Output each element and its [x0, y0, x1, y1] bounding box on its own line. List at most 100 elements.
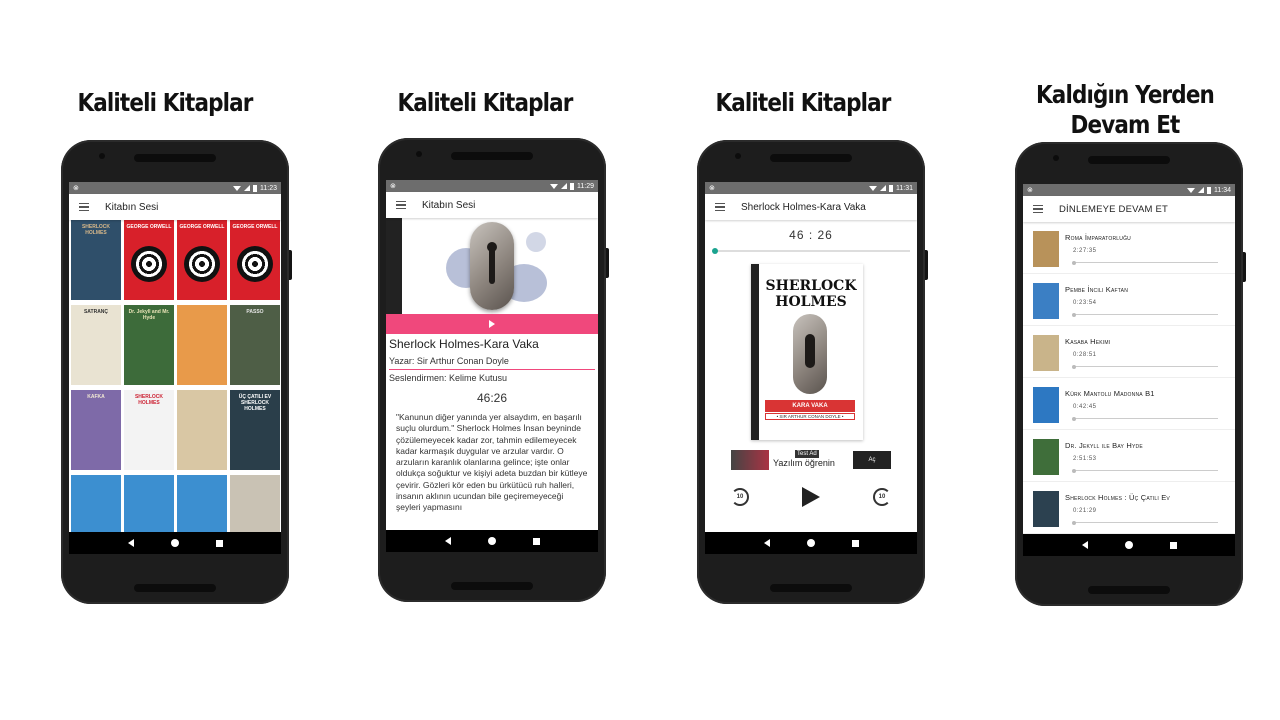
home-icon[interactable] — [170, 539, 179, 547]
phone-details: ⊗ 11:29 Kitabın Sesi Sherlock Holmes-Kar… — [378, 138, 609, 602]
notification-icon: ⊗ — [709, 185, 715, 192]
home-icon[interactable] — [1124, 541, 1133, 549]
book-cover[interactable]: GEORGE ORWELL — [230, 220, 280, 300]
menu-icon[interactable] — [1033, 205, 1043, 213]
progress-track[interactable] — [1072, 416, 1218, 421]
progress-track[interactable] — [1072, 260, 1218, 265]
nav-bar — [69, 532, 281, 554]
list-item[interactable]: Sherlock Holmes : Üç Çatılı Ev 0:21:29 — [1023, 482, 1235, 534]
ad-banner[interactable]: Test Ad Yazılım öğrenin Aç — [731, 448, 891, 472]
book-narrator: Seslendirmen: Kelime Kutusu — [389, 373, 508, 383]
progress-track[interactable] — [1072, 468, 1218, 473]
book-duration: 46:26 — [476, 391, 508, 405]
app-bar: Kitabın Sesi — [386, 192, 598, 218]
recent-apps-icon[interactable] — [532, 537, 540, 545]
cover-text: Dr. Jekyll and Mr. Hyde — [128, 309, 170, 321]
keyhole-icon — [793, 314, 827, 394]
list-item-duration: 0:28:51 — [1073, 352, 1097, 358]
book-cover[interactable]: SHERLOCK HOLMES — [124, 390, 174, 470]
book-grid: SHERLOCK HOLMES GEORGE ORWELL GEORGE ORWEL… — [71, 220, 280, 554]
phone-player: ⊗ 11:31 Sherlock Holmes-Kara Vaka 46 : 2… — [697, 140, 928, 604]
list-item[interactable]: Kasaba Hekimi 0:28:51 — [1023, 326, 1235, 378]
speaker-grille-bottom — [770, 584, 852, 592]
home-icon[interactable] — [806, 539, 815, 547]
play-bar[interactable] — [386, 314, 598, 334]
book-cover[interactable]: GEORGE ORWELL — [177, 220, 227, 300]
book-cover[interactable] — [177, 305, 227, 385]
seek-handle[interactable] — [712, 248, 718, 254]
seek-bar[interactable] — [712, 248, 910, 254]
menu-icon[interactable] — [79, 203, 89, 211]
signal-icon — [244, 185, 250, 191]
speaker-grille — [1088, 156, 1170, 164]
book-cover[interactable]: Dr. Jekyll and Mr. Hyde — [124, 305, 174, 385]
speaker-grille — [451, 152, 533, 160]
cover-art — [131, 246, 167, 282]
book-cover[interactable]: GEORGE ORWELL — [124, 220, 174, 300]
progress-handle[interactable] — [1072, 520, 1076, 525]
player-cover: SHERLOCK HOLMES KARA VAKA • SIR ARTHUR C… — [751, 264, 863, 440]
power-button — [606, 248, 609, 278]
cover-band: KARA VAKA — [765, 400, 855, 412]
app-title: Kitabın Sesi — [422, 199, 476, 211]
screen-details: ⊗ 11:29 Kitabın Sesi Sherlock Holmes-Kar… — [386, 180, 598, 552]
list-item-duration: 0:23:54 — [1073, 300, 1097, 306]
progress-handle[interactable] — [1072, 416, 1076, 421]
cover-art — [184, 246, 220, 282]
list-item[interactable]: Kürk Mantolu Madonna B1 0:42:45 — [1023, 378, 1235, 430]
back-icon[interactable] — [444, 537, 451, 545]
progress-track[interactable] — [1072, 312, 1218, 317]
speaker-grille-bottom — [451, 582, 533, 590]
notification-icon: ⊗ — [73, 185, 79, 192]
speaker-grille-bottom — [134, 584, 216, 592]
forward-10-icon[interactable]: 10 — [873, 488, 891, 506]
recent-apps-icon[interactable] — [851, 539, 859, 547]
book-cover[interactable]: SHERLOCK HOLMES — [71, 220, 121, 300]
menu-icon[interactable] — [715, 203, 725, 211]
book-cover[interactable]: SATRANÇ — [71, 305, 121, 385]
back-icon[interactable] — [127, 539, 134, 547]
progress-track[interactable] — [1072, 520, 1218, 525]
notification-icon: ⊗ — [1027, 187, 1033, 194]
book-cover[interactable]: KAFKA — [71, 390, 121, 470]
play-icon[interactable] — [802, 487, 820, 507]
caption-quality-books-2: Kaliteli Kitaplar — [397, 88, 573, 117]
progress-handle[interactable] — [1072, 260, 1076, 265]
back-icon[interactable] — [1081, 541, 1088, 549]
book-cover[interactable] — [177, 390, 227, 470]
book-cover[interactable]: ÜÇ ÇATILI EV SHERLOCK HOLMES — [230, 390, 280, 470]
list-item[interactable]: Pembe İncili Kaftan 0:23:54 — [1023, 274, 1235, 326]
book-thumbnail — [1033, 335, 1059, 371]
back-icon[interactable] — [763, 539, 770, 547]
battery-icon — [253, 184, 257, 192]
nav-bar — [705, 532, 917, 554]
status-bar: ⊗ 11:34 — [1023, 184, 1235, 196]
play-icon[interactable] — [489, 320, 495, 328]
battery-icon — [889, 184, 893, 192]
progress-handle[interactable] — [1072, 364, 1076, 369]
cover-text: SHERLOCK HOLMES — [134, 394, 164, 406]
rewind-10-icon[interactable]: 10 — [731, 488, 749, 506]
cover-text: GEORGE ORWELL — [179, 224, 225, 230]
list-item-duration: 0:21:29 — [1073, 508, 1097, 514]
progress-track[interactable] — [1072, 364, 1218, 369]
wifi-icon — [869, 185, 877, 191]
progress-handle[interactable] — [1072, 312, 1076, 317]
book-cover[interactable]: PASSO — [230, 305, 280, 385]
caption-continue: Kaldığın Yerden Devam Et — [1035, 80, 1215, 139]
list-item[interactable]: Roma İmparatorluğu 2:27:35 — [1023, 222, 1235, 274]
progress-handle[interactable] — [1072, 468, 1076, 473]
front-camera — [416, 151, 422, 157]
home-icon[interactable] — [487, 537, 496, 545]
ad-open-button[interactable]: Aç — [853, 451, 891, 469]
power-button — [289, 250, 292, 280]
screen-player: ⊗ 11:31 Sherlock Holmes-Kara Vaka 46 : 2… — [705, 182, 917, 554]
front-camera — [735, 153, 741, 159]
list-item[interactable]: Dr. Jekyll ile Bay Hyde 2:51:53 — [1023, 430, 1235, 482]
ad-image — [731, 450, 769, 470]
recent-apps-icon[interactable] — [1169, 541, 1177, 549]
cover-text: SHERLOCK HOLMES — [81, 224, 111, 236]
menu-icon[interactable] — [396, 201, 406, 209]
cover-text: KAFKA — [87, 394, 105, 400]
recent-apps-icon[interactable] — [215, 539, 223, 547]
